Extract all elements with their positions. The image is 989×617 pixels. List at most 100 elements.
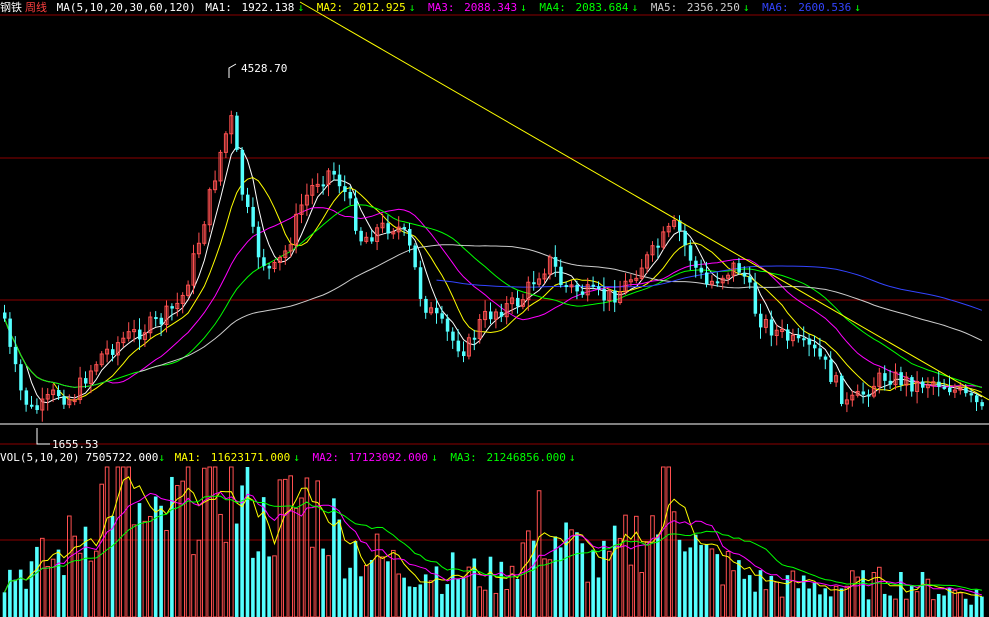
candle <box>180 292 185 314</box>
ma-header: 钢铁 周线 MA(5,10,20,30,60,120) MA1: 1922.138… <box>0 0 867 16</box>
candle <box>111 343 115 362</box>
candle <box>921 377 925 394</box>
volume-bar <box>833 585 839 617</box>
volume-bar <box>650 515 655 617</box>
candle <box>256 221 261 269</box>
candle <box>634 270 639 284</box>
candle <box>564 281 569 293</box>
candle <box>786 324 790 349</box>
volume-bar <box>267 556 271 617</box>
high-label: 4528.70 <box>241 62 287 75</box>
candle <box>709 275 714 289</box>
volume-bar <box>963 598 968 617</box>
candle <box>645 251 650 274</box>
low-marker: 1655.53 <box>36 428 98 451</box>
volume-bar <box>807 588 811 617</box>
volume-bar <box>45 565 51 617</box>
candle <box>251 197 255 234</box>
volume-bar <box>131 524 137 617</box>
volume-bar <box>493 592 499 617</box>
candle <box>246 187 250 214</box>
volume-bar <box>440 593 444 617</box>
volume-bar <box>391 549 396 617</box>
candle <box>937 371 941 397</box>
candle <box>731 261 736 282</box>
ma20-line <box>4 207 982 388</box>
candle <box>715 272 720 287</box>
candle <box>769 310 774 347</box>
volume-bar <box>272 555 277 617</box>
candle <box>451 327 455 349</box>
volume-bar <box>218 513 223 617</box>
volume-bar <box>612 525 617 617</box>
candle <box>844 392 849 413</box>
volume-bar <box>812 582 817 617</box>
candle <box>466 333 471 360</box>
volume-bar <box>40 537 45 617</box>
volume-bar <box>466 566 472 617</box>
volume-bar <box>396 573 401 617</box>
volume-bar <box>88 560 94 617</box>
ma4-readout: MA4: 2083.684 ↓ <box>539 1 639 14</box>
candle <box>62 389 66 410</box>
candle <box>462 341 466 363</box>
volume-bar <box>121 466 126 617</box>
volume-bar <box>591 549 595 617</box>
volume-bar <box>326 555 331 617</box>
volume-bar <box>617 537 623 617</box>
volume-bar <box>332 498 336 617</box>
candle <box>364 232 369 244</box>
volume-bar <box>342 578 347 617</box>
candle <box>235 111 239 152</box>
candle <box>650 241 655 262</box>
volume-bar <box>536 490 542 617</box>
volume-bar <box>688 547 693 617</box>
price-ma-lines <box>4 145 983 404</box>
candle <box>516 290 520 314</box>
candle <box>207 187 212 233</box>
volume-bar <box>607 550 612 617</box>
candle <box>142 324 147 347</box>
candle <box>607 288 612 311</box>
volume-bar <box>18 569 23 617</box>
candle <box>304 183 309 216</box>
volume-bar <box>359 576 363 617</box>
candle <box>683 223 687 257</box>
candle <box>547 254 552 280</box>
volume-bar <box>142 520 148 617</box>
vol-ma2-readout: MA2: 17123092.000 ↓ <box>312 451 438 464</box>
candle <box>899 366 903 392</box>
volume-bar <box>164 529 169 617</box>
volume-bar <box>893 598 898 617</box>
candle <box>121 331 126 348</box>
candle <box>520 293 525 310</box>
candle <box>213 170 218 194</box>
volume-bar <box>477 586 482 617</box>
candle <box>424 295 428 319</box>
volume-bar <box>763 589 769 617</box>
volume-bar <box>790 570 796 617</box>
candle <box>375 223 380 251</box>
volume-bar <box>137 503 142 617</box>
candle <box>343 175 347 202</box>
volume-bar <box>952 590 958 617</box>
candle <box>148 311 153 339</box>
volume-bar <box>796 588 801 617</box>
candle <box>925 377 930 398</box>
candle <box>910 375 914 397</box>
candle <box>694 256 698 278</box>
ma5-line <box>4 145 983 404</box>
candle <box>834 371 839 387</box>
volume-bar <box>850 570 855 617</box>
period-label: 周线 <box>25 1 47 14</box>
volume-bar <box>828 596 833 617</box>
candle <box>223 131 228 158</box>
volume-bar <box>774 581 780 617</box>
candle <box>170 303 174 321</box>
volume-bar <box>499 561 504 617</box>
volume-bar <box>942 595 946 617</box>
volume-bar <box>83 526 88 617</box>
candle <box>699 259 704 279</box>
high-marker: 4528.70 <box>228 62 287 78</box>
candle <box>94 361 99 376</box>
